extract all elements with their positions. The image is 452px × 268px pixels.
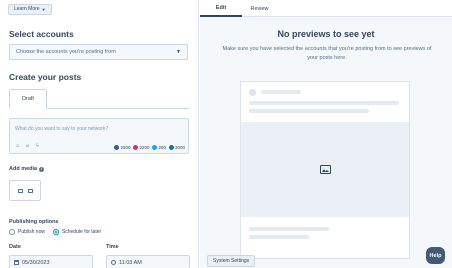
time-field[interactable]: 11:03 AM: [106, 255, 190, 268]
preview-panel: Edit Review No previews to see yet Make …: [200, 0, 452, 268]
media-upload[interactable]: [9, 180, 41, 201]
emoji-icon[interactable]: ☺: [15, 143, 20, 149]
add-media-heading: Add media i: [9, 166, 45, 172]
composer-toolbar: ☺ ⌀ ϟ: [15, 143, 40, 149]
post-tabs: Draft: [9, 89, 189, 109]
empty-state-title: No previews to see yet: [277, 29, 375, 39]
create-posts-heading: Create your posts: [9, 72, 82, 82]
skeleton-line: [249, 101, 399, 105]
linkedin-icon: [168, 145, 174, 150]
skeleton-line: [249, 109, 369, 113]
tab-review[interactable]: Review: [242, 0, 277, 17]
empty-state-message: Make sure you have selected the accounts…: [222, 46, 432, 61]
instagram-counter: 2200: [133, 145, 149, 150]
select-accounts-heading: Select accounts: [9, 29, 74, 39]
attachment-icon[interactable]: ⌀: [25, 143, 30, 149]
instagram-count: 2200: [139, 145, 150, 150]
post-composer[interactable]: What do you want to say to your network?…: [9, 118, 189, 154]
date-value: 05/30/2023: [22, 259, 50, 266]
info-icon[interactable]: i: [39, 166, 45, 172]
system-settings-button[interactable]: System Settings: [207, 255, 256, 267]
character-counters: 2500 2200 280 3000: [114, 145, 185, 150]
view-tabs: Edit Review: [200, 0, 452, 17]
schedule-later-option[interactable]: Schedule for later: [52, 229, 102, 235]
skeleton-line: [249, 235, 309, 239]
post-preview-placeholder: [240, 81, 410, 259]
publish-now-label: Publish now: [18, 229, 45, 235]
skeleton-line: [261, 90, 301, 94]
add-media-label: Add media: [9, 166, 38, 172]
image-icon: [319, 165, 331, 174]
learn-more-label: Learn More: [14, 6, 40, 12]
twitter-icon: [152, 145, 158, 150]
date-field[interactable]: 05/30/2023: [9, 255, 93, 268]
radio-selected-icon[interactable]: [52, 229, 59, 235]
linkedin-count: 3000: [174, 145, 185, 150]
help-button[interactable]: Help: [426, 247, 445, 264]
composer-placeholder: What do you want to say to your network?: [15, 126, 109, 132]
image-icon[interactable]: [17, 188, 23, 193]
date-label: Date: [9, 244, 21, 250]
clock-icon: [111, 260, 116, 265]
chevron-down-icon: ▼: [41, 7, 46, 12]
radio-unselected-icon[interactable]: [9, 229, 15, 235]
time-label: Time: [106, 244, 119, 250]
schedule-later-label: Schedule for later: [61, 229, 102, 235]
instagram-icon: [133, 145, 139, 150]
publish-now-option[interactable]: Publish now: [9, 229, 45, 235]
calendar-icon: [14, 260, 19, 265]
image-placeholder: [241, 122, 409, 217]
publishing-radio-group: Publish now Schedule for later: [9, 229, 101, 235]
compose-panel: Learn More ▼ Select accounts Choose the …: [0, 0, 199, 268]
publishing-options-heading: Publishing options: [9, 219, 59, 225]
twitter-count: 280: [158, 145, 166, 150]
linkedin-counter: 3000: [168, 145, 185, 150]
time-value: 11:03 AM: [119, 259, 142, 266]
facebook-icon: [114, 145, 120, 150]
learn-more-button[interactable]: Learn More ▼: [8, 4, 52, 15]
facebook-count: 2500: [120, 145, 131, 150]
accounts-dropdown[interactable]: Choose the accounts you're posting from …: [9, 44, 188, 60]
tab-edit[interactable]: Edit: [200, 0, 242, 17]
avatar-placeholder: [249, 89, 256, 96]
tab-draft[interactable]: Draft: [9, 89, 47, 109]
accounts-dropdown-placeholder: Choose the accounts you're posting from: [16, 49, 116, 55]
video-icon[interactable]: [27, 188, 33, 193]
lightning-icon[interactable]: ϟ: [35, 143, 40, 149]
chevron-down-icon: ▼: [176, 49, 181, 55]
skeleton-line: [249, 227, 329, 231]
facebook-counter: 2500: [114, 145, 130, 150]
twitter-counter: 280: [152, 145, 166, 150]
